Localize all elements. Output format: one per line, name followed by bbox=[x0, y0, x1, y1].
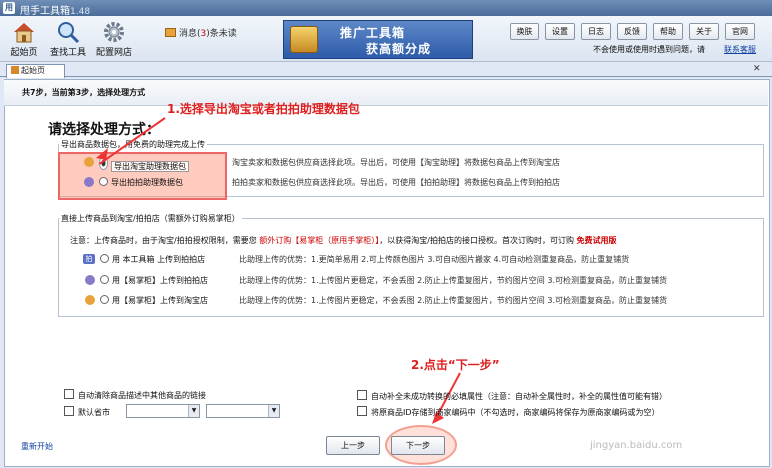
checkbox-auto-fill-attrs[interactable] bbox=[357, 390, 367, 400]
chevron-down-icon: ▼ bbox=[188, 405, 199, 417]
toolbar-find-tools-label: 查找工具 bbox=[49, 48, 86, 58]
checkbox-default-province[interactable] bbox=[64, 406, 74, 416]
option-store-id-label: 将原商品ID存储到商家编码中（不勾选时，商家编码将保存为原商家编码或为空） bbox=[371, 408, 660, 417]
free-trial-link[interactable]: 免费试用版 bbox=[577, 236, 617, 245]
feedback-button[interactable]: 反馈 bbox=[617, 23, 647, 40]
option-upload-toolbox-paipai-desc: 比助理上传的优势：1.更简单易用 2.可上传颜色图片 3.可自动图片搬家 4.可… bbox=[239, 255, 630, 264]
paipai-icon bbox=[84, 177, 94, 187]
city-select[interactable]: ▼ bbox=[206, 404, 280, 418]
option-upload-yzg-taobao-label: 用【易掌柜】上传到淘宝店 bbox=[112, 296, 208, 305]
option-upload-yzg-paipai-label: 用【易掌柜】上传到拍拍店 bbox=[112, 276, 208, 285]
banner-line2: 获高额分成 bbox=[366, 42, 432, 56]
settings-button[interactable]: 设置 bbox=[545, 23, 575, 40]
restart-link[interactable]: 重新开始 bbox=[21, 441, 53, 452]
message-prefix: 消息( bbox=[179, 29, 201, 39]
checkbox-store-id[interactable] bbox=[357, 406, 367, 416]
option-upload-toolbox-paipai-label: 用 本工具箱 上传到拍拍店 bbox=[112, 255, 206, 264]
annotation-step1: 1.选择导出淘宝或者拍拍助理数据包 bbox=[167, 102, 360, 116]
option-default-province[interactable]: 默认省市 bbox=[64, 406, 110, 418]
home-tab-icon bbox=[11, 66, 19, 74]
option-export-paipai-desc: 拍拍卖家和数据包供应商选择此项。导出后，可使用【拍拍助理】将数据包商品上传到拍拍… bbox=[232, 178, 560, 187]
window-title: 甩手工具箱1.48 bbox=[20, 2, 90, 17]
option-export-paipai[interactable]: 导出拍拍助理数据包 bbox=[99, 177, 183, 188]
option-upload-yzg-taobao-desc: 比助理上传的优势：1.上传图片更稳定，不会丢图 2.防止上传重复图片，节约图片空… bbox=[239, 296, 667, 305]
house-icon bbox=[14, 23, 34, 43]
chevron-down-icon-2: ▼ bbox=[268, 405, 279, 417]
skin-button[interactable]: 换肤 bbox=[510, 23, 539, 40]
step-header: 共7步，当前第3步，选择处理方式 bbox=[4, 80, 768, 106]
prev-button[interactable]: 上一步 bbox=[326, 436, 380, 455]
paipai-icon-2 bbox=[85, 275, 95, 285]
paipai-square-icon: 拍 bbox=[83, 254, 95, 264]
option-upload-yzg-taobao[interactable]: 用【易掌柜】上传到淘宝店 bbox=[100, 295, 208, 306]
magnifier-icon bbox=[58, 22, 80, 44]
checkbox-clear-links[interactable] bbox=[64, 389, 74, 399]
toolbar-config-shop-label: 配置网店 bbox=[95, 48, 132, 58]
help-hint: 不会使用或使用时遇到问题，请 bbox=[593, 44, 705, 55]
option-upload-yzg-paipai[interactable]: 用【易掌柜】上传到拍拍店 bbox=[100, 275, 208, 286]
option-auto-fill-attrs[interactable]: 自动补全未成功转换的必填属性（注意：自动补全属性时，补全的属性值可能有错） bbox=[357, 390, 667, 402]
toolbar-config-shop-button[interactable]: 配置网店 bbox=[92, 18, 136, 60]
option-default-province-label: 默认省市 bbox=[78, 408, 110, 417]
log-button[interactable]: 日志 bbox=[581, 23, 611, 40]
toolbar-find-tools-button[interactable]: 查找工具 bbox=[46, 18, 90, 60]
tab-start-page[interactable]: 起始页 bbox=[6, 64, 65, 78]
direct-upload-legend: 直接上传商品到淘宝/拍拍店（需额外订购易掌柜） bbox=[61, 214, 240, 223]
option-export-taobao[interactable]: 导出淘宝助理数据包 bbox=[99, 156, 189, 172]
option-export-paipai-label: 导出拍拍助理数据包 bbox=[111, 178, 183, 187]
option-export-taobao-desc: 淘宝卖家和数据包供应商选择此项。导出后，可使用【淘宝助理】将数据包商品上传到淘宝… bbox=[232, 158, 560, 167]
toolbar-home-button[interactable]: 起始页 bbox=[2, 18, 46, 60]
taobao-icon bbox=[84, 157, 94, 167]
notice-part-b: 额外订购【易掌柜（原甩手掌柜）】 bbox=[259, 236, 380, 245]
option-store-id[interactable]: 将原商品ID存储到商家编码中（不勾选时，商家编码将保存为原商家编码或为空） bbox=[357, 406, 660, 418]
step-indicator: 共7步，当前第3步，选择处理方式 bbox=[22, 88, 146, 97]
radio-upload-toolbox-paipai[interactable] bbox=[100, 254, 109, 263]
treasure-chest-icon bbox=[290, 26, 318, 53]
option-export-taobao-label: 导出淘宝助理数据包 bbox=[111, 161, 189, 172]
watermark: jingyan.baidu.com bbox=[590, 440, 683, 451]
arrowhead-1-icon bbox=[96, 148, 108, 160]
contact-support-link[interactable]: 联系客服 bbox=[724, 44, 756, 55]
tab-strip bbox=[0, 62, 772, 77]
radio-export-paipai[interactable] bbox=[99, 177, 108, 186]
radio-upload-yzg-taobao[interactable] bbox=[100, 295, 109, 304]
notice-part-a: 注意：上传商品时，由于淘宝/拍拍授权限制，需要您 bbox=[70, 236, 257, 245]
gear-icon bbox=[104, 22, 124, 42]
option-upload-toolbox-paipai[interactable]: 用 本工具箱 上传到拍拍店 bbox=[100, 254, 205, 265]
option-auto-fill-attrs-label: 自动补全未成功转换的必填属性（注意：自动补全属性时，补全的属性值可能有错） bbox=[371, 392, 667, 401]
province-select[interactable]: ▼ bbox=[126, 404, 200, 418]
title-bar: 用 甩手工具箱1.48 bbox=[0, 0, 772, 17]
notice-part-c: ，以获得淘宝/拍拍店的接口授权。首次订购时，可订购 bbox=[379, 236, 574, 245]
annotation-step2: 2.点击“下一步” bbox=[411, 358, 500, 372]
about-button[interactable]: 关于 bbox=[689, 23, 719, 40]
banner-line1: 推广工具箱 bbox=[340, 26, 406, 40]
help-button[interactable]: 帮助 bbox=[653, 23, 683, 40]
website-button[interactable]: 官网 bbox=[725, 23, 755, 40]
promo-banner[interactable]: 推广工具箱 获高额分成 bbox=[283, 20, 473, 59]
close-tab-icon[interactable]: ✕ bbox=[753, 64, 761, 74]
radio-upload-yzg-paipai[interactable] bbox=[100, 275, 109, 284]
message-suffix: )条未读 bbox=[206, 29, 237, 39]
toolbar-home-label: 起始页 bbox=[10, 48, 38, 58]
option-clear-links[interactable]: 自动清除商品描述中其他商品的链接 bbox=[64, 389, 206, 401]
tab-start-page-label: 起始页 bbox=[21, 66, 45, 75]
app-icon: 用 bbox=[3, 2, 15, 14]
unread-messages-link[interactable]: 消息(3)条未读 bbox=[165, 26, 237, 39]
envelope-icon bbox=[165, 28, 176, 37]
option-upload-yzg-paipai-desc: 比助理上传的优势：1.上传图片更稳定，不会丢图 2.防止上传重复图片，节约图片空… bbox=[239, 276, 667, 285]
upload-notice: 注意：上传商品时，由于淘宝/拍拍授权限制，需要您 额外订购【易掌柜（原甩手掌柜）… bbox=[70, 235, 617, 246]
help-hint-text: 不会使用或使用时遇到问题，请 bbox=[593, 45, 705, 54]
taobao-icon-2 bbox=[85, 295, 95, 305]
page-title: 请选择处理方式： bbox=[48, 122, 160, 138]
main-toolbar: 起始页 查找工具 配置网店 消息(3)条未读 推广工具箱 获高额分成 换肤 设置… bbox=[0, 16, 772, 62]
next-button[interactable]: 下一步 bbox=[391, 436, 445, 455]
option-clear-links-label: 自动清除商品描述中其他商品的链接 bbox=[78, 391, 206, 400]
